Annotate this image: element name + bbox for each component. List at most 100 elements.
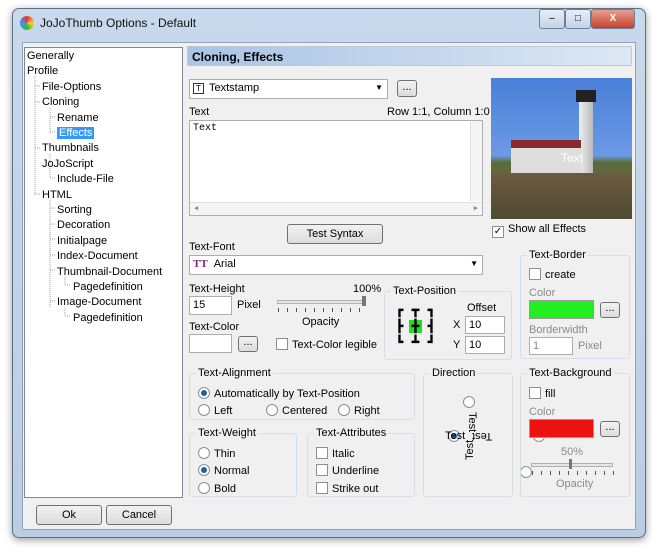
effect-value: Textstamp (209, 82, 260, 94)
tree-item-rename[interactable]: Rename (57, 112, 99, 124)
border-color-swatch[interactable] (529, 300, 594, 319)
tree-item-image-document[interactable]: Image-Document (57, 296, 141, 308)
tree-item-pagedefinition[interactable]: Pagedefinition (73, 312, 143, 324)
weight-normal-radio[interactable]: Normal (198, 464, 249, 477)
offset-label: Offset (467, 302, 497, 314)
tree-item-generally[interactable]: Generally (27, 50, 74, 62)
pos-left[interactable]: ┣ (393, 320, 406, 333)
pos-center[interactable]: ╋ (409, 320, 422, 333)
tree-item-pagedefinition[interactable]: Pagedefinition (73, 281, 143, 293)
tree-item-jojoscript[interactable]: JoJoScript (42, 158, 93, 170)
align-centered-label: Centered (282, 405, 328, 417)
vertical-scrollbar[interactable] (470, 121, 482, 201)
pos-bottom-left[interactable]: ┗ (393, 336, 406, 349)
tree-item-cloning[interactable]: Cloning (42, 96, 79, 108)
tree-item-profile[interactable]: Profile (27, 65, 58, 77)
opacity-label: Opacity (302, 316, 340, 328)
border-create-label: create (545, 269, 576, 281)
border-create-checkbox[interactable]: create (529, 268, 576, 281)
show-all-effects-checkbox[interactable]: ✓ Show all Effects (492, 223, 586, 238)
text-color-legible-label: Text-Color legible (292, 339, 377, 351)
text-color-button[interactable]: ... (238, 336, 258, 352)
borderwidth-input[interactable]: 1 (529, 337, 573, 355)
strikeout-label: Strike out (332, 483, 379, 495)
tree-item-decoration[interactable]: Decoration (57, 219, 110, 231)
preview-stamp-text: Text (561, 151, 584, 165)
align-centered-radio[interactable]: Centered (266, 404, 327, 417)
pos-top[interactable]: ┳ (409, 304, 422, 317)
underline-checkbox[interactable]: Underline (316, 464, 379, 477)
direction-up-radio[interactable] (463, 396, 475, 408)
background-opacity-slider[interactable] (531, 463, 613, 467)
tree-item-initialpage[interactable]: Initialpage (57, 235, 107, 247)
text-input[interactable]: Text ◀ ▶ (189, 120, 483, 216)
italic-checkbox[interactable]: Italic (316, 447, 355, 460)
close-button[interactable]: X (591, 9, 635, 29)
slider-ticks (532, 471, 614, 475)
text-font-label: Text-Font (189, 241, 235, 253)
ok-button[interactable]: Ok (36, 505, 102, 525)
tree-item-html[interactable]: HTML (42, 189, 72, 201)
position-grid: ┏ ┳ ┓ ┣ ╋ ┫ ┗ ┻ ┛ (393, 304, 438, 349)
effect-select[interactable]: T Textstamp ▼ (189, 79, 388, 99)
app-icon (20, 16, 34, 30)
font-select[interactable]: TT Arial ▼ (189, 255, 483, 275)
text-background-label: Text-Background (527, 367, 614, 379)
maximize-button[interactable]: □ (565, 9, 591, 29)
text-color-legible-checkbox[interactable]: Text-Color legible (276, 338, 377, 351)
offset-x-label: X (453, 319, 461, 331)
text-position-label: Text-Position (391, 285, 458, 297)
effect-more-button[interactable]: ... (397, 80, 417, 97)
direction-up-sample: Test (464, 439, 476, 460)
test-syntax-button[interactable]: Test Syntax (287, 224, 383, 244)
preview-image: Text (491, 78, 632, 219)
tree-item-thumbnail-document[interactable]: Thumbnail-Document (57, 266, 162, 278)
text-attributes-label: Text-Attributes (314, 427, 389, 439)
background-fill-checkbox[interactable]: fill (529, 387, 555, 400)
weight-thin-radio[interactable]: Thin (198, 447, 235, 460)
text-color-swatch[interactable] (189, 334, 232, 353)
tree-item-sorting[interactable]: Sorting (57, 204, 92, 216)
pos-right[interactable]: ┫ (425, 320, 438, 333)
text-opacity-thumb[interactable] (362, 296, 366, 306)
cursor-position: Row 1:1, Column 1:0 (387, 106, 490, 118)
text-color-label: Text-Color (189, 321, 240, 333)
text-height-input[interactable]: 15 (189, 296, 232, 315)
pos-bottom[interactable]: ┻ (409, 336, 422, 349)
background-color-button[interactable]: ... (600, 421, 620, 437)
text-position-group: Text-Position ┏ ┳ ┓ ┣ ╋ ┫ ┗ ┻ ┛ Offset X 10 Y … (384, 285, 512, 360)
tree-item-include-file[interactable]: Include-File (57, 173, 114, 185)
pos-top-right[interactable]: ┓ (425, 304, 438, 317)
background-opacity-thumb[interactable] (569, 459, 572, 469)
offset-x-input[interactable]: 10 (465, 316, 505, 334)
strikeout-checkbox[interactable]: Strike out (316, 482, 378, 495)
weight-bold-label: Bold (214, 483, 237, 495)
settings-tree[interactable]: Generally Profile File-Options Cloning Renam… (24, 47, 183, 498)
border-color-label: Color (529, 287, 556, 299)
align-right-radio[interactable]: Right (338, 404, 380, 417)
text-weight-label: Text-Weight (196, 427, 258, 439)
slider-ticks (278, 308, 366, 312)
tree-item-thumbnails[interactable]: Thumbnails (42, 142, 99, 154)
text-border-group: Text-Border create Color ... Borderwidth… (520, 249, 630, 359)
background-color-swatch[interactable] (529, 419, 594, 438)
align-auto-radio[interactable]: Automatically by Text-Position (198, 387, 360, 400)
text-opacity-slider[interactable] (277, 300, 365, 304)
text-alignment-label: Text-Alignment (196, 367, 273, 379)
border-color-button[interactable]: ... (600, 302, 620, 318)
tree-item-index-document[interactable]: Index-Document (57, 250, 138, 262)
weight-bold-radio[interactable]: Bold (198, 482, 236, 495)
pos-bottom-right[interactable]: ┛ (425, 336, 438, 349)
offset-y-input[interactable]: 10 (465, 336, 505, 354)
tree-item-effects[interactable]: Effects (57, 127, 95, 139)
pos-top-left[interactable]: ┏ (393, 304, 406, 317)
borderwidth-unit: Pixel (578, 340, 602, 352)
align-left-radio[interactable]: Left (198, 404, 232, 417)
direction-group: Direction Test Test Test Test (423, 367, 546, 497)
cancel-button[interactable]: Cancel (106, 505, 172, 525)
tree-item-file-options[interactable]: File-Options (42, 81, 101, 93)
window-title: JoJoThumb Options - Default (40, 16, 197, 30)
horizontal-scrollbar[interactable]: ◀ ▶ (190, 202, 482, 215)
align-auto-label: Automatically by Text-Position (214, 388, 360, 400)
minimize-button[interactable]: – (539, 9, 565, 29)
